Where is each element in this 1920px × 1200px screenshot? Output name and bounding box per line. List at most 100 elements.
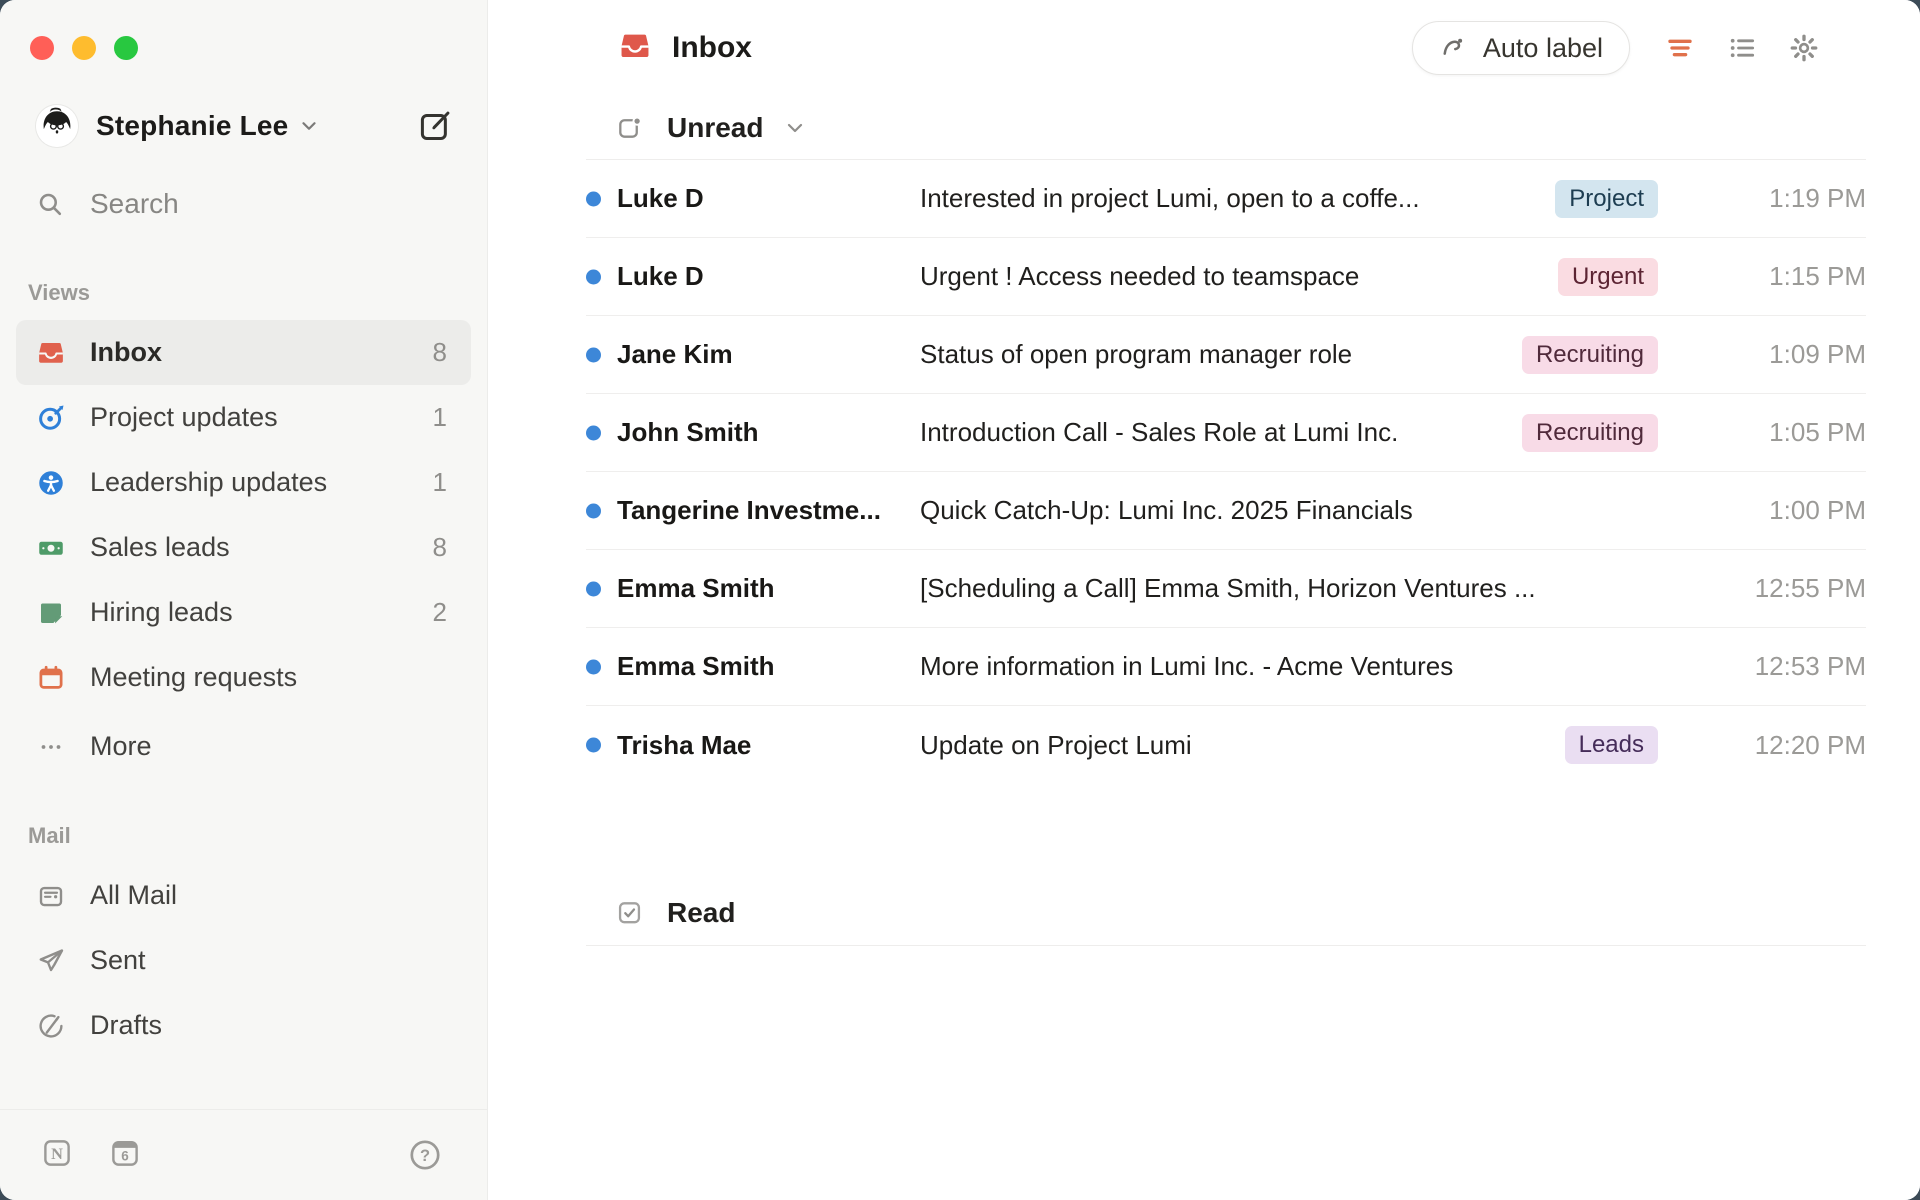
app-window: Stephanie Lee Search Views <box>0 0 1920 1200</box>
email-subject: Quick Catch-Up: Lumi Inc. 2025 Financial… <box>920 495 1676 526</box>
sidebar-item-leadership-updates[interactable]: Leadership updates 1 <box>16 450 471 515</box>
email-label-badge[interactable]: Recruiting <box>1522 336 1658 374</box>
email-time: 1:00 PM <box>1676 495 1866 526</box>
calendar-app-icon[interactable]: 6 <box>108 1136 142 1175</box>
email-sender: Jane Kim <box>617 339 920 370</box>
main-header: Inbox Auto label <box>488 0 1920 96</box>
email-subject: Introduction Call - Sales Role at Lumi I… <box>920 417 1522 448</box>
views-section-label: Views <box>0 280 487 306</box>
email-row[interactable]: Emma Smith More information in Lumi Inc.… <box>586 628 1866 706</box>
sidebar-item-label: Meeting requests <box>90 662 297 693</box>
mail-section-label: Mail <box>0 823 487 849</box>
sidebar-item-count: 8 <box>433 532 447 563</box>
email-subject: Urgent ! Access needed to teamspace <box>920 261 1558 292</box>
email-label-badge[interactable]: Recruiting <box>1522 414 1658 452</box>
email-time: 1:19 PM <box>1676 183 1866 214</box>
gear-icon[interactable] <box>1788 32 1820 64</box>
chevron-down-icon <box>298 115 320 137</box>
sidebar-item-label: More <box>90 731 152 762</box>
email-row[interactable]: Trisha Mae Update on Project Lumi Leads … <box>586 706 1866 784</box>
email-row[interactable]: Jane Kim Status of open program manager … <box>586 316 1866 394</box>
window-controls <box>0 0 487 60</box>
email-row[interactable]: Luke D Urgent ! Access needed to teamspa… <box>586 238 1866 316</box>
note-icon <box>36 598 66 628</box>
email-label-badge[interactable]: Project <box>1555 180 1658 218</box>
sidebar-item-count: 1 <box>433 402 447 433</box>
search-label: Search <box>90 188 179 220</box>
email-label-badge[interactable]: Urgent <box>1558 258 1658 296</box>
main-panel: Inbox Auto label <box>488 0 1920 1200</box>
search-icon <box>36 190 64 218</box>
sidebar-item-drafts[interactable]: Drafts <box>16 993 471 1058</box>
email-sender: Luke D <box>617 183 920 214</box>
sidebar-item-count: 1 <box>433 467 447 498</box>
filter-icon[interactable] <box>1664 32 1696 64</box>
sidebar-item-sent[interactable]: Sent <box>16 928 471 993</box>
auto-label-wand-icon <box>1439 33 1469 63</box>
email-sender: Trisha Mae <box>617 730 920 761</box>
search-button[interactable]: Search <box>0 184 487 224</box>
list-view-icon[interactable] <box>1726 32 1758 64</box>
views-nav: Inbox 8 Project updates 1 <box>0 320 487 779</box>
draft-icon <box>36 1011 66 1041</box>
email-row[interactable]: Luke D Interested in project Lumi, open … <box>586 160 1866 238</box>
close-button[interactable] <box>30 36 54 60</box>
sidebar-item-meeting-requests[interactable]: Meeting requests <box>16 645 471 710</box>
banknote-icon <box>36 533 66 563</box>
sidebar-item-hiring-leads[interactable]: Hiring leads 2 <box>16 580 471 645</box>
sidebar-footer: N 6 ? <box>0 1109 487 1200</box>
inbox-icon <box>36 338 66 368</box>
minimize-button[interactable] <box>72 36 96 60</box>
read-section-header[interactable]: Read <box>586 880 1866 946</box>
read-section-label: Read <box>667 897 735 929</box>
account-switcher[interactable]: Stephanie Lee <box>0 102 487 150</box>
sidebar-item-sales-leads[interactable]: Sales leads 8 <box>16 515 471 580</box>
compose-icon[interactable] <box>417 108 453 144</box>
email-label-badge[interactable]: Leads <box>1565 726 1658 764</box>
email-row[interactable]: Tangerine Investme... Quick Catch-Up: Lu… <box>586 472 1866 550</box>
email-subject: More information in Lumi Inc. - Acme Ven… <box>920 651 1676 682</box>
zoom-button[interactable] <box>114 36 138 60</box>
help-icon[interactable]: ? <box>407 1137 443 1173</box>
sidebar-item-more[interactable]: More <box>16 714 471 779</box>
auto-label-button[interactable]: Auto label <box>1412 21 1630 75</box>
sidebar: Stephanie Lee Search Views <box>0 0 488 1200</box>
sidebar-item-all-mail[interactable]: All Mail <box>16 863 471 928</box>
sidebar-item-label: Drafts <box>90 1010 162 1041</box>
email-subject: [Scheduling a Call] Emma Smith, Horizon … <box>920 573 1676 604</box>
unread-section-label: Unread <box>667 112 763 144</box>
svg-text:6: 6 <box>121 1148 128 1163</box>
sidebar-item-inbox[interactable]: Inbox 8 <box>16 320 471 385</box>
email-sender: Luke D <box>617 261 920 292</box>
unread-dot <box>586 425 601 440</box>
user-name: Stephanie Lee <box>96 110 288 142</box>
unread-dot <box>586 659 601 674</box>
svg-text:?: ? <box>420 1147 430 1165</box>
unread-section-header[interactable]: Unread <box>586 96 1866 160</box>
sidebar-item-label: Sent <box>90 945 146 976</box>
email-subject: Interested in project Lumi, open to a co… <box>920 183 1555 214</box>
chevron-down-icon <box>783 116 807 140</box>
email-time: 12:53 PM <box>1676 651 1866 682</box>
sidebar-item-label: Hiring leads <box>90 597 233 628</box>
unread-dot <box>586 738 601 753</box>
email-subject: Status of open program manager role <box>920 339 1522 370</box>
email-row[interactable]: John Smith Introduction Call - Sales Rol… <box>586 394 1866 472</box>
dots-icon <box>36 732 66 762</box>
auto-label-text: Auto label <box>1483 33 1603 64</box>
all-mail-icon <box>36 881 66 911</box>
sidebar-item-label: Inbox <box>90 337 162 368</box>
email-time: 1:05 PM <box>1676 417 1866 448</box>
inbox-icon <box>618 29 652 68</box>
notion-logo-icon[interactable]: N <box>40 1136 74 1175</box>
unread-status-icon <box>615 113 644 142</box>
email-sender: Emma Smith <box>617 651 920 682</box>
sidebar-item-project-updates[interactable]: Project updates 1 <box>16 385 471 450</box>
read-checkbox-icon <box>615 898 644 927</box>
email-row[interactable]: Emma Smith [Scheduling a Call] Emma Smit… <box>586 550 1866 628</box>
calendar-icon <box>36 663 66 693</box>
sidebar-item-label: All Mail <box>90 880 177 911</box>
email-time: 12:55 PM <box>1676 573 1866 604</box>
send-icon <box>36 946 66 976</box>
sidebar-item-label: Sales leads <box>90 532 230 563</box>
